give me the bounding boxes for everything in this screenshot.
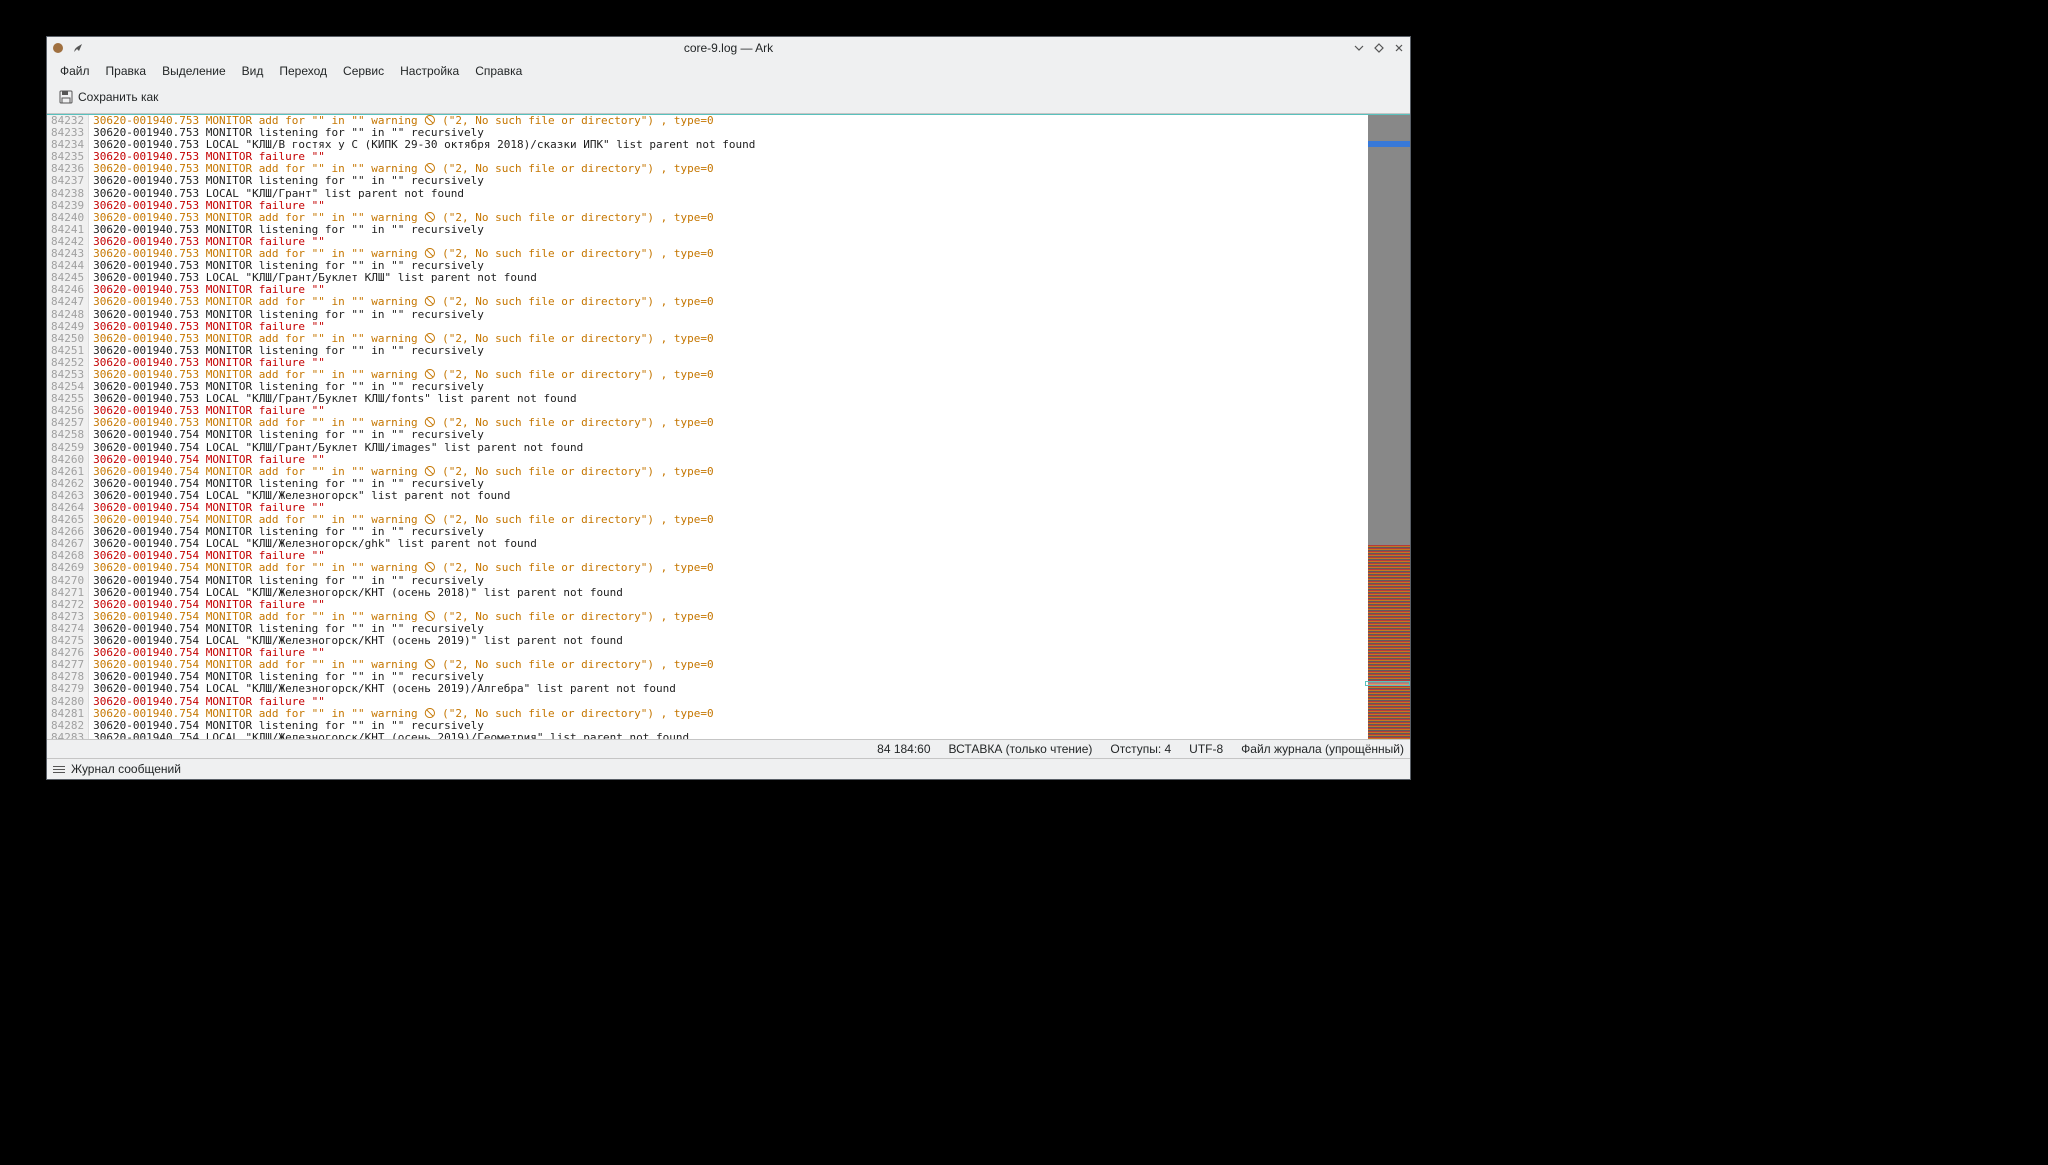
menu-go[interactable]: Переход: [272, 61, 334, 81]
log-line: 30620-001940.753 MONITOR add for "" in "…: [89, 333, 1368, 345]
editor: 8423284233842348423584236842378423884239…: [47, 114, 1410, 739]
line-number: 84280: [51, 696, 84, 708]
line-number: 84260: [51, 454, 84, 466]
log-line: 30620-001940.754 LOCAL "КЛШ/Железногорск…: [89, 683, 1368, 695]
log-line: 30620-001940.754 MONITOR listening for "…: [89, 429, 1368, 441]
save-icon: [59, 90, 73, 104]
line-number: 84247: [51, 296, 84, 308]
menu-selection[interactable]: Выделение: [155, 61, 233, 81]
log-line: 30620-001940.754 MONITOR add for "" in "…: [89, 466, 1368, 478]
line-number: 84250: [51, 333, 84, 345]
menu-settings[interactable]: Настройка: [393, 61, 466, 81]
line-number: 84237: [51, 175, 84, 187]
line-number: 84271: [51, 587, 84, 599]
log-line: 30620-001940.754 MONITOR add for "" in "…: [89, 562, 1368, 574]
log-line: 30620-001940.754 MONITOR failure "": [89, 696, 1368, 708]
log-line: 30620-001940.754 MONITOR failure "": [89, 454, 1368, 466]
status-mode[interactable]: ВСТАВКА (только чтение): [949, 742, 1093, 756]
menubar: Файл Правка Выделение Вид Переход Сервис…: [47, 59, 1410, 83]
line-number: 84248: [51, 309, 84, 321]
line-number: 84269: [51, 562, 84, 574]
log-line: 30620-001940.753 MONITOR listening for "…: [89, 175, 1368, 187]
toolbar: Сохранить как: [47, 83, 1410, 114]
menu-edit[interactable]: Правка: [99, 61, 154, 81]
log-line: 30620-001940.753 MONITOR failure "": [89, 321, 1368, 333]
line-number: 84259: [51, 442, 84, 454]
status-filetype[interactable]: Файл журнала (упрощённый): [1241, 742, 1404, 756]
log-line: 30620-001940.753 MONITOR listening for "…: [89, 309, 1368, 321]
line-number: 84282: [51, 720, 84, 732]
status-encoding[interactable]: UTF-8: [1189, 742, 1223, 756]
code-view[interactable]: 30620-001940.753 MONITOR add for "" in "…: [89, 115, 1368, 739]
line-number: 84279: [51, 683, 84, 695]
status-position[interactable]: 84 184:60: [877, 742, 930, 756]
line-gutter: 8423284233842348423584236842378423884239…: [47, 115, 89, 739]
titlebar[interactable]: core-9.log — Ark: [47, 37, 1410, 59]
log-line: 30620-001940.753 MONITOR add for "" in "…: [89, 296, 1368, 308]
line-number: 84238: [51, 188, 84, 200]
maximize-button[interactable]: [1372, 41, 1386, 55]
log-line: 30620-001940.754 LOCAL "КЛШ/Железногорск…: [89, 587, 1368, 599]
line-number: 84249: [51, 321, 84, 333]
hamburger-icon[interactable]: [53, 766, 65, 773]
status-indent[interactable]: Отступы: 4: [1110, 742, 1171, 756]
pin-icon[interactable]: [71, 41, 85, 55]
menu-help[interactable]: Справка: [468, 61, 529, 81]
menu-view[interactable]: Вид: [235, 61, 271, 81]
line-number: 84258: [51, 429, 84, 441]
log-line: 30620-001940.754 LOCAL "КЛШ/Железногорск…: [89, 732, 1368, 739]
statusbar: 84 184:60 ВСТАВКА (только чтение) Отступ…: [47, 739, 1410, 758]
bottom-bar: Журнал сообщений: [47, 758, 1410, 779]
line-number: 84261: [51, 466, 84, 478]
menu-service[interactable]: Сервис: [336, 61, 391, 81]
log-line: 30620-001940.754 MONITOR listening for "…: [89, 575, 1368, 587]
minimap-viewport[interactable]: [1365, 681, 1410, 686]
log-line: 30620-001940.754 MONITOR add for "" in "…: [89, 708, 1368, 720]
close-button[interactable]: [1392, 41, 1406, 55]
line-number: 84283: [51, 732, 84, 739]
messages-button[interactable]: Журнал сообщений: [71, 762, 181, 776]
line-number: 84281: [51, 708, 84, 720]
app-icon: [51, 41, 65, 55]
app-window: core-9.log — Ark Файл Правка Выделение В…: [46, 36, 1411, 780]
menu-file[interactable]: Файл: [53, 61, 97, 81]
log-line: 30620-001940.754 MONITOR listening for "…: [89, 720, 1368, 732]
save-as-button[interactable]: Сохранить как: [53, 87, 164, 107]
window-title: core-9.log — Ark: [47, 41, 1410, 55]
line-number: 84239: [51, 200, 84, 212]
minimize-button[interactable]: [1352, 41, 1366, 55]
log-line: 30620-001940.753 MONITOR failure "": [89, 200, 1368, 212]
log-line: 30620-001940.754 LOCAL "КЛШ/Грант/Буклет…: [89, 442, 1368, 454]
minimap[interactable]: [1368, 115, 1410, 739]
line-number: 84270: [51, 575, 84, 587]
save-as-label: Сохранить как: [78, 90, 158, 104]
log-line: 30620-001940.753 LOCAL "КЛШ/Грант" list …: [89, 188, 1368, 200]
